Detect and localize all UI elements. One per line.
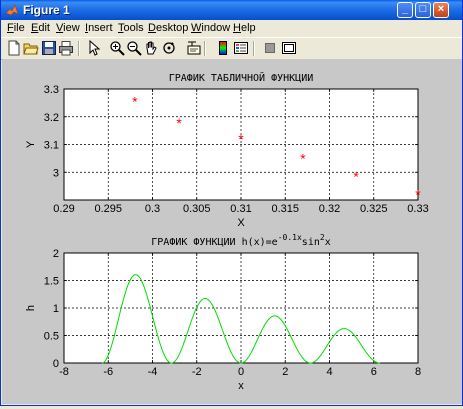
save-icon <box>42 41 56 55</box>
maximize-icon: □ <box>419 3 427 15</box>
legend-button[interactable] <box>233 40 249 56</box>
x-tick-label: 0.31 <box>230 203 251 215</box>
menu-tools[interactable]: Tools <box>118 22 144 35</box>
x-tick-label: 2 <box>282 366 288 378</box>
menu-file[interactable]: File <box>7 22 25 35</box>
show-plot-tools-icon <box>282 42 296 54</box>
data-point-star: * <box>132 93 138 109</box>
toolbar-separator <box>253 41 255 56</box>
rotate-3d-icon <box>163 42 175 54</box>
new-figure-icon <box>8 40 20 56</box>
matlab-logo-icon <box>5 4 19 16</box>
y-axis-label: h <box>25 305 37 311</box>
data-point-star: * <box>415 186 421 202</box>
save-button[interactable] <box>41 40 57 56</box>
chart-title-part: sin <box>302 237 320 248</box>
x-tick-label: 4 <box>326 366 332 378</box>
menu-bar: File Edit View Insert Tools Desktop Window Help <box>1 20 462 37</box>
x-tick-label: 6 <box>371 366 377 378</box>
legend-icon <box>234 42 248 54</box>
data-cursor-button[interactable] <box>186 40 202 56</box>
data-point-star: * <box>176 115 182 131</box>
y-tick-label: 1.5 <box>44 276 59 288</box>
x-axis-label: X <box>237 217 245 229</box>
title-bar[interactable]: Figure 1 _ □ × <box>1 0 462 20</box>
x-tick-label: -4 <box>148 366 158 378</box>
y-axis-label: Y <box>25 140 37 148</box>
x-tick-label: 0.305 <box>183 203 211 215</box>
chart-title-part: ГРАФИК ФУНКЦИИ h(x)=e <box>151 237 277 248</box>
minimize-icon: _ <box>401 3 409 15</box>
figure-canvas: 0.29 0.295 0.3 0.305 0.31 0.315 0.32 0.325 0.33 3… <box>2 59 462 404</box>
x-tick-label: 0.315 <box>271 203 299 215</box>
y-tick-label: 3.1 <box>44 140 59 152</box>
toolbar-separator <box>78 41 80 56</box>
pan-hand-icon <box>146 41 157 55</box>
data-cursor-icon <box>187 41 201 55</box>
y-tick-label: 3.3 <box>44 84 59 96</box>
new-figure-button[interactable] <box>6 40 22 56</box>
colorbar-button[interactable] <box>215 40 231 56</box>
menu-help[interactable]: Help <box>233 22 256 35</box>
y-tick-label: 2 <box>53 248 59 260</box>
zoom-out-icon <box>127 41 142 56</box>
figure-toolbar <box>1 37 462 60</box>
close-button[interactable]: × <box>433 2 449 18</box>
open-file-icon <box>23 43 39 55</box>
x-tick-label: 0.325 <box>360 203 388 215</box>
arrow-pointer-icon <box>89 40 101 56</box>
y-tick-label: 3 <box>53 167 59 179</box>
toolbar-separator <box>204 41 206 56</box>
axes-table-function[interactable]: 0.29 0.295 0.3 0.305 0.31 0.315 0.32 0.325 0.33 3… <box>25 71 429 229</box>
x-tick-label: -6 <box>103 366 113 378</box>
rotate-3d-button[interactable] <box>161 40 177 56</box>
minimize-button[interactable]: _ <box>397 2 413 18</box>
pan-hand-button[interactable] <box>143 40 159 56</box>
y-tick-label: 1 <box>53 303 59 315</box>
x-tick-label: -8 <box>59 366 69 378</box>
print-icon <box>59 41 73 56</box>
data-point-star: * <box>238 131 244 147</box>
window-title: Figure 1 <box>23 3 70 17</box>
menu-view[interactable]: View <box>56 22 80 35</box>
x-tick-label: 0.33 <box>407 203 428 215</box>
menu-insert[interactable]: Insert <box>85 22 113 35</box>
x-tick-label: 0 <box>238 366 244 378</box>
print-button[interactable] <box>58 40 74 56</box>
x-tick-label: 8 <box>415 366 421 378</box>
menu-desktop[interactable]: Desktop <box>148 22 188 35</box>
maximize-button[interactable]: □ <box>415 2 431 18</box>
colorbar-icon <box>219 41 227 55</box>
y-tick-label: 0 <box>53 358 59 370</box>
close-icon: × <box>437 3 445 15</box>
figure-plots: 0.29 0.295 0.3 0.305 0.31 0.315 0.32 0.325 0.33 3… <box>25 71 429 392</box>
x-tick-label: 0.32 <box>319 203 340 215</box>
y-tick-label: 0.5 <box>44 331 59 343</box>
figure-window: Figure 1 _ □ × File Edit View Insert Tools De… <box>0 0 463 406</box>
show-plot-tools-button[interactable] <box>281 40 297 56</box>
axes-function-h[interactable]: -8 -6 -4 -2 0 2 4 6 8 0 0.5 1 1.5 2 x h ГРАФИК ФУНКЦИИ h… <box>25 233 421 392</box>
open-file-button[interactable] <box>23 40 39 56</box>
zoom-in-button[interactable] <box>109 40 125 56</box>
data-point-star: * <box>300 150 306 166</box>
arrow-pointer-button[interactable] <box>86 40 102 56</box>
x-axis-label: x <box>238 380 244 392</box>
x-tick-label: 0.295 <box>94 203 122 215</box>
menu-window[interactable]: Window <box>191 22 230 35</box>
chart-title-part: -0.1x <box>278 233 302 242</box>
x-tick-label: 0.3 <box>145 203 160 215</box>
chart-title: ГРАФИК ФУНКЦИИ h(x)=e-0.1xsin2x <box>151 233 330 248</box>
menu-edit[interactable]: Edit <box>31 22 50 35</box>
x-tick-label: 0.29 <box>53 203 74 215</box>
chart-title: ГРАФИК ТАБЛИЧНОЙ ФУНКЦИИ <box>169 71 314 84</box>
hide-plot-tools-icon <box>265 43 275 53</box>
zoom-out-button[interactable] <box>126 40 142 56</box>
chart-title-part: x <box>325 237 331 248</box>
x-tick-label: -2 <box>192 366 202 378</box>
data-point-star: * <box>353 168 359 184</box>
zoom-in-icon <box>110 41 125 56</box>
y-tick-label: 3.2 <box>44 112 59 124</box>
hide-plot-tools-button[interactable] <box>262 40 278 56</box>
